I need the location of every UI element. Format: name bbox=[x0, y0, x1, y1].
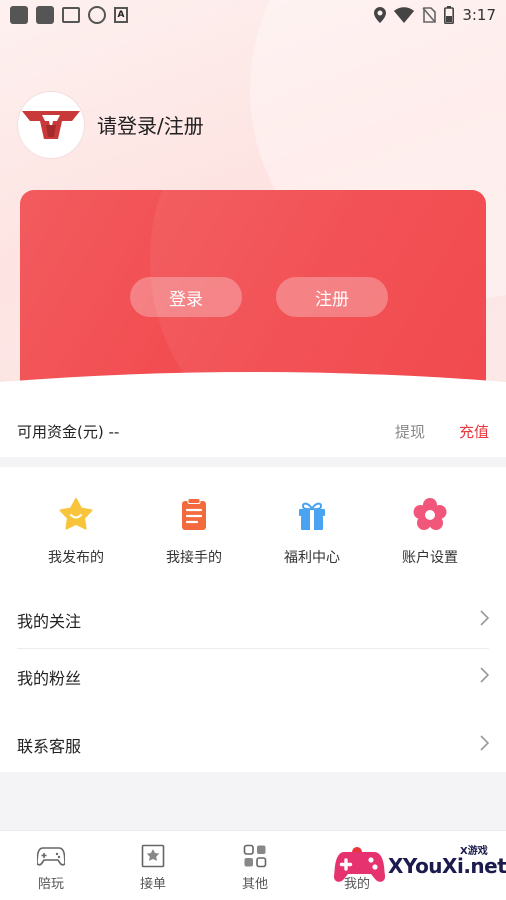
grid-item-account-settings[interactable]: 账户设置 bbox=[371, 497, 489, 587]
nav-label: 陪玩 bbox=[37, 877, 64, 892]
no-sim-icon bbox=[422, 7, 437, 23]
funds-row: 可用资金(元) -- 提现 充值 bbox=[0, 405, 506, 457]
image-icon bbox=[62, 7, 80, 23]
recharge-button[interactable]: 充值 bbox=[459, 421, 489, 442]
status-bar: A 3:17 bbox=[0, 0, 506, 30]
list-item-label: 我的关注 bbox=[17, 612, 82, 631]
login-button[interactable]: 登录 bbox=[130, 277, 242, 317]
chevron-right-icon bbox=[479, 734, 490, 756]
star-icon bbox=[58, 497, 94, 533]
grid-item-accepted[interactable]: 我接手的 bbox=[135, 497, 253, 587]
list-item-label: 我的粉丝 bbox=[17, 669, 82, 688]
list-item-label: 联系客服 bbox=[17, 737, 82, 756]
withdraw-button[interactable]: 提现 bbox=[395, 421, 425, 442]
list-item-customer-service[interactable]: 联系客服 bbox=[17, 717, 490, 773]
nav-tab-other[interactable]: 其他 bbox=[204, 831, 306, 900]
list-item-following[interactable]: 我的关注 bbox=[17, 592, 490, 648]
avatar[interactable] bbox=[18, 92, 84, 158]
bookmark-icon bbox=[139, 843, 167, 869]
gamepad-icon bbox=[37, 843, 65, 869]
watermark-gamepad-icon bbox=[334, 852, 386, 882]
grid-label: 福利中心 bbox=[284, 550, 340, 566]
wifi-icon bbox=[394, 7, 415, 23]
grid-item-welfare[interactable]: 福利中心 bbox=[253, 497, 371, 587]
clock: 3:17 bbox=[462, 6, 496, 24]
clipboard-icon bbox=[176, 497, 212, 533]
font-icon: A bbox=[114, 7, 128, 23]
chevron-right-icon bbox=[479, 609, 490, 631]
grid-label: 我接手的 bbox=[166, 550, 222, 566]
grid-label: 我发布的 bbox=[48, 550, 104, 566]
gift-icon bbox=[294, 497, 330, 533]
notification-icon bbox=[10, 6, 28, 24]
location-icon bbox=[374, 7, 387, 23]
shortcut-grid: 我发布的 我接手的 福利中心 账户设置 bbox=[0, 467, 506, 587]
watermark: X游戏 XYouXi.net bbox=[334, 838, 506, 894]
nav-label: 接单 bbox=[139, 877, 166, 892]
card-curve bbox=[0, 372, 506, 408]
face-icon bbox=[88, 6, 106, 24]
watermark-brand: XYouXi.net bbox=[388, 854, 506, 878]
notification-icon bbox=[36, 6, 54, 24]
list-item-fans[interactable]: 我的粉丝 bbox=[17, 649, 490, 705]
balance-card: 登录 注册 bbox=[20, 190, 486, 390]
grid-icon bbox=[241, 843, 269, 869]
register-button[interactable]: 注册 bbox=[276, 277, 388, 317]
app-logo-icon bbox=[22, 111, 80, 139]
nav-tab-orders[interactable]: 接单 bbox=[102, 831, 204, 900]
flower-gear-icon bbox=[412, 497, 448, 533]
available-funds: 可用资金(元) -- bbox=[17, 422, 120, 441]
chevron-right-icon bbox=[479, 666, 490, 688]
nav-label: 其他 bbox=[241, 877, 268, 892]
grid-label: 账户设置 bbox=[402, 550, 458, 566]
battery-icon bbox=[444, 6, 455, 24]
nav-tab-companion[interactable]: 陪玩 bbox=[0, 831, 102, 900]
grid-item-published[interactable]: 我发布的 bbox=[17, 497, 135, 587]
login-register-link[interactable]: 请登录/注册 bbox=[97, 110, 204, 139]
